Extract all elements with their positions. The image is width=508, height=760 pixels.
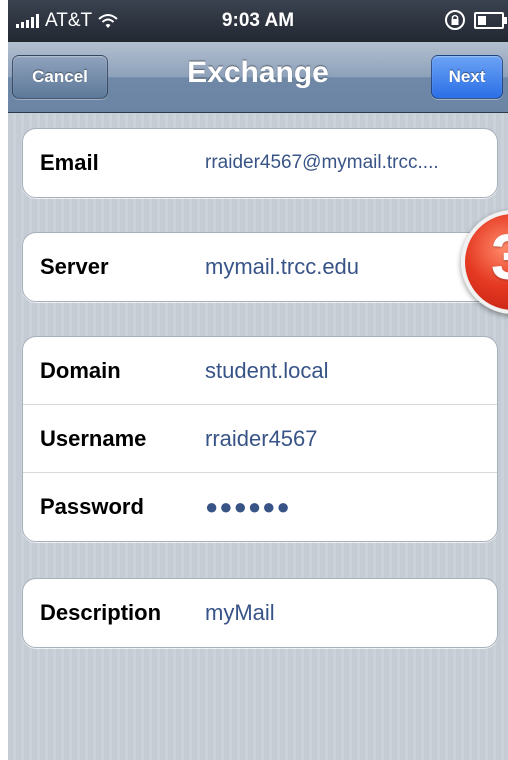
domain-field[interactable]: student.local	[205, 358, 475, 384]
battery-icon	[474, 11, 507, 29]
step-number: 3	[491, 220, 508, 294]
server-field[interactable]: mymail.trcc.edu	[205, 254, 475, 280]
domain-row[interactable]: Domain student.local	[23, 337, 497, 405]
email-row[interactable]: Email rraider4567@mymail.trcc....	[23, 129, 497, 197]
password-row[interactable]: Password ●●●●●●	[23, 473, 497, 541]
email-group: Email rraider4567@mymail.trcc....	[22, 128, 498, 198]
description-row[interactable]: Description myMail	[23, 579, 497, 647]
account-group: Domain student.local Username rraider456…	[22, 336, 498, 542]
description-group: Description myMail	[22, 578, 498, 648]
status-bar: AT&T 9:03 AM	[8, 0, 508, 42]
server-group: Server mymail.trcc.edu	[22, 232, 498, 302]
username-field[interactable]: rraider4567	[205, 426, 475, 452]
domain-label: Domain	[40, 357, 121, 383]
clock: 9:03 AM	[221, 10, 295, 31]
rotation-lock-icon	[445, 10, 465, 30]
username-label: Username	[40, 425, 147, 451]
password-field[interactable]: ●●●●●●	[205, 494, 475, 520]
phone-screen: AT&T 9:03 AM Cancel Exchange Next Email …	[8, 0, 508, 760]
navigation-bar: Cancel Exchange Next	[8, 42, 508, 113]
description-field[interactable]: myMail	[205, 600, 475, 626]
password-label: Password	[40, 494, 144, 519]
description-label: Description	[40, 600, 162, 625]
server-row[interactable]: Server mymail.trcc.edu	[23, 233, 497, 301]
username-row[interactable]: Username rraider4567	[23, 405, 497, 473]
next-button[interactable]: Next	[431, 55, 503, 99]
email-field[interactable]: rraider4567@mymail.trcc....	[205, 152, 487, 174]
server-label: Server	[40, 254, 109, 279]
email-label: Email	[40, 150, 99, 175]
